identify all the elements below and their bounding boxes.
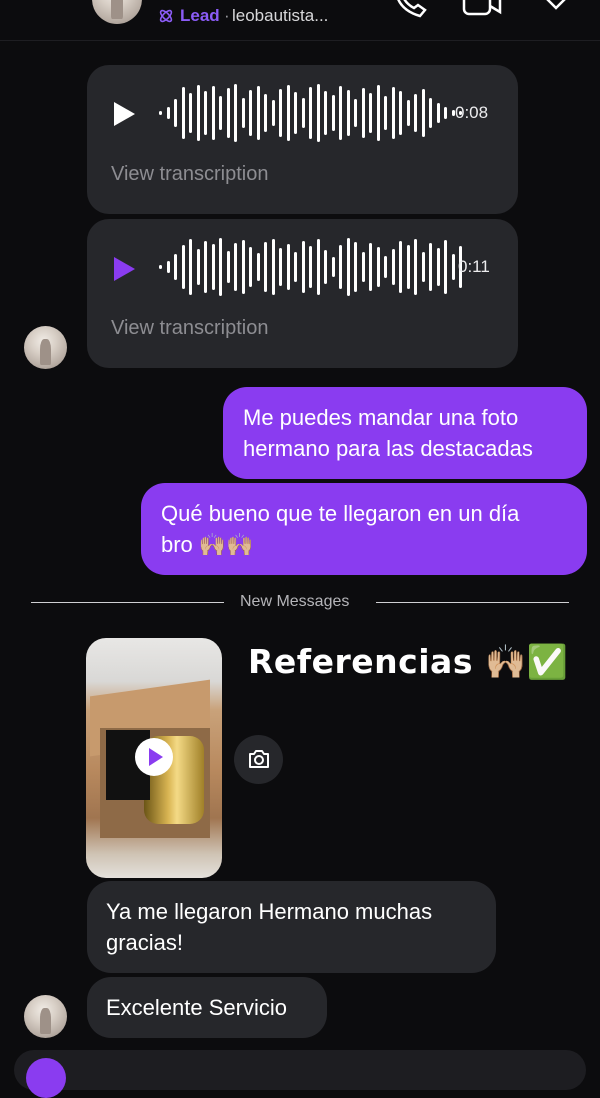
phone-icon[interactable] [392, 0, 428, 20]
play-icon [149, 748, 163, 766]
new-messages-label: New Messages [240, 593, 350, 610]
header-separator: · [224, 6, 230, 25]
message-line: Me puedes mandar una foto [243, 405, 519, 430]
message-composer[interactable] [14, 1050, 586, 1098]
audio-waveform[interactable] [159, 237, 462, 297]
divider-line-left [31, 602, 224, 603]
back-arrow-icon[interactable] [34, 0, 60, 12]
contact-avatar[interactable] [92, 0, 142, 24]
video-caption: Referencias 🙌🏼✅ [248, 642, 569, 681]
audio-waveform[interactable] [159, 83, 462, 143]
contact-username[interactable]: leobautista... [232, 6, 328, 26]
video-play-button[interactable] [135, 738, 173, 776]
camera-icon [249, 750, 269, 768]
play-icon[interactable] [112, 101, 136, 127]
audio-duration: 0:11 [458, 257, 490, 276]
composer-camera-button[interactable] [26, 1058, 66, 1098]
sender-avatar[interactable] [24, 326, 67, 369]
tag-icon[interactable] [538, 0, 576, 20]
message-line: Ya me llegaron Hermano muchas [106, 899, 433, 924]
sender-avatar[interactable] [24, 995, 67, 1038]
message-text: Excelente Servicio [106, 995, 287, 1020]
lead-atom-icon [159, 9, 173, 23]
playing-indicator-icon[interactable] [112, 256, 136, 282]
chat-header: Lead · leobautista... [0, 0, 600, 41]
divider-line-right [376, 602, 569, 603]
outgoing-message-1[interactable]: Me puedes mandar una foto hermano para l… [223, 387, 587, 479]
lead-label[interactable]: Lead [158, 6, 220, 26]
message-line: bro 🙌🏼🙌🏼 [161, 532, 254, 557]
shared-video-thumbnail[interactable] [86, 638, 222, 878]
message-line: gracias! [106, 930, 184, 955]
incoming-message-1[interactable]: Ya me llegaron Hermano muchas gracias! [87, 881, 496, 973]
camera-reply-button[interactable] [234, 735, 283, 784]
outgoing-message-2[interactable]: Qué bueno que te llegaron en un día bro … [141, 483, 587, 575]
incoming-message-2[interactable]: Excelente Servicio [87, 977, 327, 1038]
message-line: Qué bueno que te llegaron en un día [161, 501, 520, 526]
view-transcription-link[interactable]: View transcription [111, 163, 268, 186]
lead-text: Lead [180, 6, 220, 25]
message-line: hermano para las destacadas [243, 436, 533, 461]
view-transcription-link[interactable]: View transcription [111, 317, 268, 340]
voice-message-2: 0:11 View transcription [87, 219, 518, 368]
voice-message-1: 0:08 View transcription [87, 65, 518, 214]
audio-duration: 0:08 [455, 103, 489, 122]
video-call-icon[interactable] [460, 0, 504, 18]
